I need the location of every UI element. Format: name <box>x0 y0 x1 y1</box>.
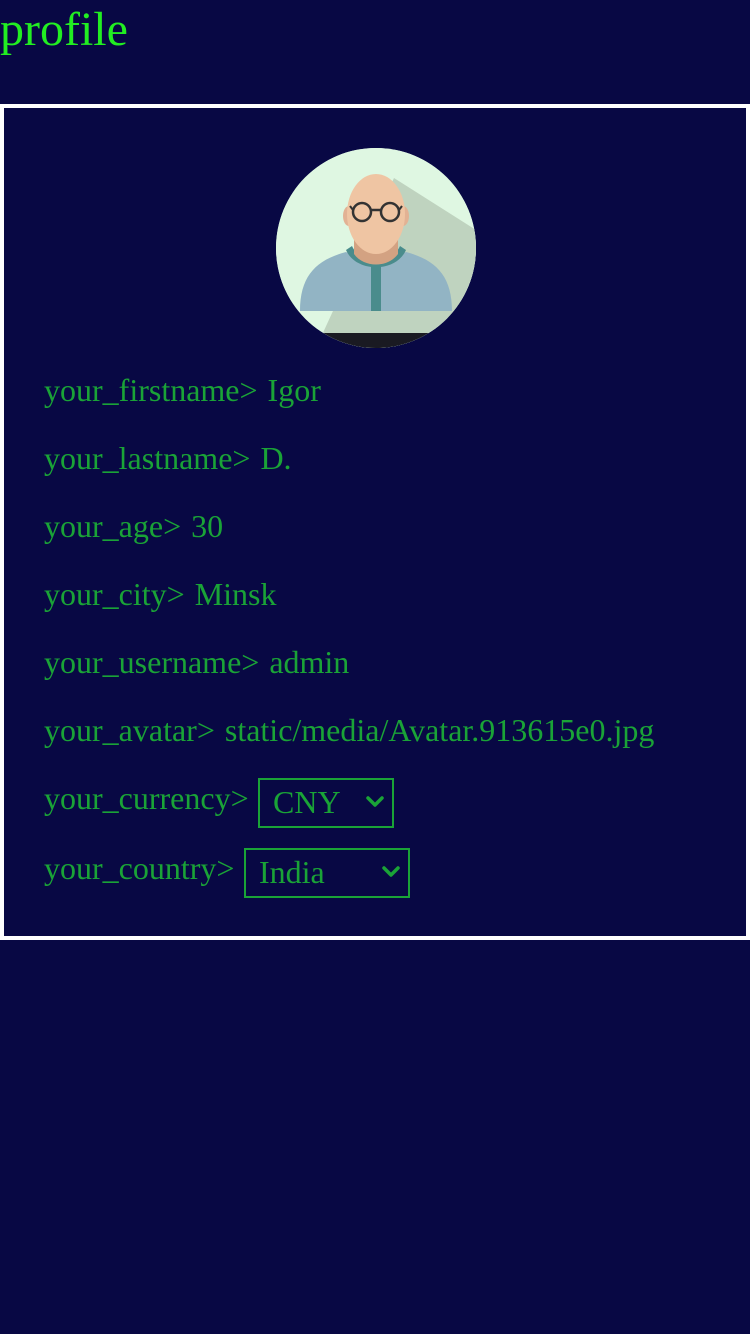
person-avatar-icon <box>276 148 476 348</box>
currency-selected-value: CNY <box>273 784 341 820</box>
country-selected-value: India <box>259 854 325 890</box>
lastname-row: your_lastname> D. <box>44 438 292 478</box>
chevron-down-icon <box>382 866 400 877</box>
profile-card: your_firstname> Igor your_lastname> D. you… <box>0 104 750 940</box>
city-row: your_city> Minsk <box>44 574 276 614</box>
firstname-row: your_firstname> Igor <box>44 370 321 410</box>
avatar-path-label: your_avatar> <box>44 712 215 748</box>
currency-label: your_currency> <box>44 780 249 816</box>
firstname-label: your_firstname> <box>44 372 258 408</box>
country-label: your_country> <box>44 850 235 886</box>
username-value: admin <box>269 644 350 680</box>
age-value: 30 <box>191 508 224 544</box>
country-row: your_country> India <box>44 848 444 898</box>
username-label: your_username> <box>44 644 260 680</box>
lastname-value: D. <box>260 440 292 476</box>
avatar-path-value: static/media/Avatar.913615e0.jpg <box>224 712 655 748</box>
avatar-path-row: your_avatar> static/media/Avatar.913615e0… <box>44 710 654 750</box>
currency-select[interactable]: CNY <box>258 778 394 828</box>
page-title: profile <box>0 3 128 56</box>
currency-row: your_currency> CNY <box>44 778 444 828</box>
city-value: Minsk <box>194 576 277 612</box>
country-select[interactable]: India <box>244 848 410 898</box>
age-label: your_age> <box>44 508 182 544</box>
lastname-label: your_lastname> <box>44 440 251 476</box>
age-row: your_age> 30 <box>44 506 223 546</box>
chevron-down-icon <box>366 796 384 807</box>
firstname-value: Igor <box>267 372 321 408</box>
username-row: your_username> admin <box>44 642 349 682</box>
city-label: your_city> <box>44 576 185 612</box>
